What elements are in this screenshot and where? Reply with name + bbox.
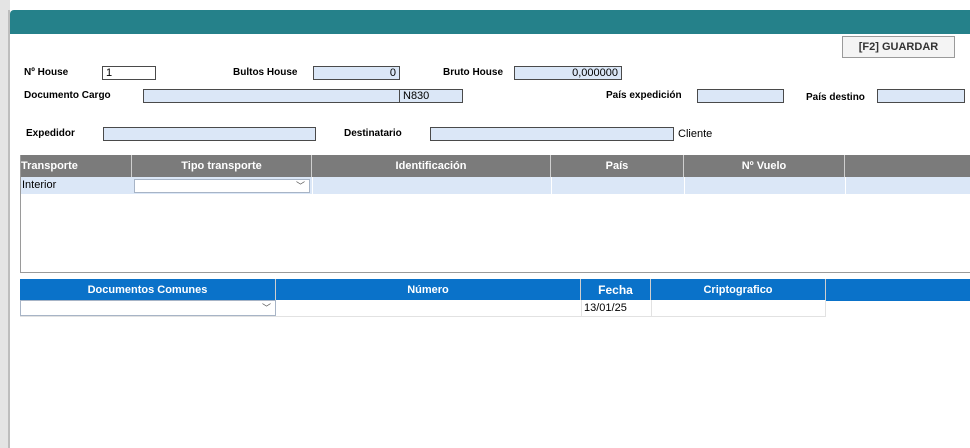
expedidor-label: Expedidor [26,128,75,139]
left-frame-edge [8,10,10,448]
documento-select[interactable]: ﹀ [20,300,276,316]
house-label: Nº House [24,67,69,78]
house-field[interactable]: 1 [102,66,156,80]
col-docs-extra [826,279,970,301]
col-numero[interactable]: Número [276,279,581,301]
col-documentos[interactable]: Documentos Comunes [20,279,276,301]
bruto-label: Bruto House [443,67,503,78]
doc-cargo-field[interactable] [143,89,400,103]
document-row[interactable]: ﹀ 13/01/25 [20,300,826,317]
destinatario-field[interactable] [430,127,674,141]
bultos-field[interactable]: 0 [313,66,400,80]
bruto-field[interactable]: 0,000000 [514,66,622,80]
cell-fecha[interactable]: 13/01/25 [581,300,651,317]
pais-dest-label: País destino [806,92,865,103]
cell-numero[interactable] [276,300,581,317]
save-button[interactable]: [F2] GUARDAR [842,36,955,58]
cell-criptografico[interactable] [651,300,826,317]
destinatario-label: Destinatario [344,128,402,139]
doc-cargo-code-field[interactable]: N830 [399,89,463,103]
col-criptografico[interactable]: Criptografico [651,279,826,301]
doc-cargo-label: Documento Cargo [24,90,111,101]
cliente-label: Cliente [678,128,713,140]
pais-dest-field[interactable] [877,89,965,103]
col-fecha[interactable]: Fecha [581,279,651,301]
documents-grid-header: Documentos Comunes Número Fecha Criptogr… [20,279,970,301]
pais-exped-label: País expedición [606,90,682,101]
left-frame [0,0,10,448]
chevron-down-icon[interactable]: ﹀ [262,301,271,314]
transport-grid-area [20,155,970,273]
bultos-label: Bultos House [233,67,298,78]
expedidor-field[interactable] [103,127,316,141]
top-strip [0,0,970,10]
row-divider [20,316,826,317]
title-bar [10,10,970,34]
pais-exped-field[interactable] [697,89,784,103]
